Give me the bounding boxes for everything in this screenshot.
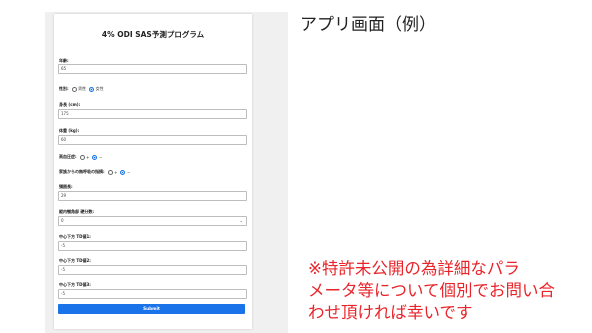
- note-line: メータ等について個別でお問い合: [308, 281, 556, 300]
- breathing-plus-radio[interactable]: [107, 169, 113, 175]
- submit-button[interactable]: Submit: [58, 304, 245, 314]
- field-c-label: 中心下方 TD値2:: [59, 258, 91, 263]
- sex-row: 性別: 男性 女性: [59, 86, 104, 92]
- panel-title: アプリ画面（例）: [300, 15, 436, 35]
- hypertension-plus-option: +: [86, 154, 90, 160]
- sex-male-option: 男性: [78, 86, 87, 91]
- sex-male-radio[interactable]: [71, 86, 77, 92]
- field-b-input[interactable]: -5: [58, 241, 247, 251]
- breathing-minus-option: −: [126, 169, 131, 175]
- breathing-minus-radio[interactable]: [120, 169, 126, 175]
- hypertension-plus-radio[interactable]: [79, 154, 85, 160]
- hypertension-minus-option: −: [98, 154, 103, 160]
- neck-input[interactable]: 29: [58, 191, 247, 201]
- hypertension-label: 高血圧症:: [59, 154, 77, 159]
- weight-input[interactable]: 60: [58, 135, 247, 145]
- field-d-input[interactable]: -5: [58, 289, 247, 299]
- field-a-value: 0: [61, 218, 64, 223]
- prediction-form: 4% ODI SAS予測プログラム 年齢: 65 性別: 男性 女性 身長 (c…: [54, 14, 252, 329]
- field-a-select[interactable]: 0 ⌄: [58, 216, 247, 226]
- height-label: 身長 (cm):: [59, 102, 81, 107]
- chevron-down-icon: ⌄: [239, 218, 243, 223]
- age-input[interactable]: 65: [58, 64, 247, 74]
- field-c-input[interactable]: -5: [58, 265, 247, 275]
- note-line: ※特許未公開の為詳細なパラ: [308, 259, 520, 278]
- hypertension-minus-radio[interactable]: [92, 154, 98, 160]
- sex-female-radio[interactable]: [89, 86, 95, 92]
- neck-label: 頸囲長:: [59, 184, 73, 189]
- breathing-row: 家族からの無呼吸の指摘: + −: [59, 169, 130, 175]
- height-input[interactable]: 175: [58, 109, 247, 119]
- field-d-label: 中心下方 TD値3:: [59, 282, 91, 287]
- weight-label: 体重 (kg):: [59, 128, 80, 133]
- breathing-label: 家族からの無呼吸の指摘:: [59, 169, 105, 174]
- sex-label: 性別:: [59, 86, 69, 91]
- field-b-label: 中心下方 TD値1:: [59, 234, 91, 239]
- sex-female-option: 女性: [95, 86, 104, 91]
- field-a-label: 縦内顎角部 硬分数:: [59, 209, 94, 214]
- breathing-plus-option: +: [114, 169, 118, 175]
- note-line: わせ頂ければ幸いです: [308, 303, 473, 322]
- hypertension-row: 高血圧症: + −: [59, 154, 102, 160]
- patent-note: ※特許未公開の為詳細なパラ メータ等について個別でお問い合 わせ頂ければ幸いです: [308, 258, 578, 324]
- form-title: 4% ODI SAS予測プログラム: [101, 30, 205, 39]
